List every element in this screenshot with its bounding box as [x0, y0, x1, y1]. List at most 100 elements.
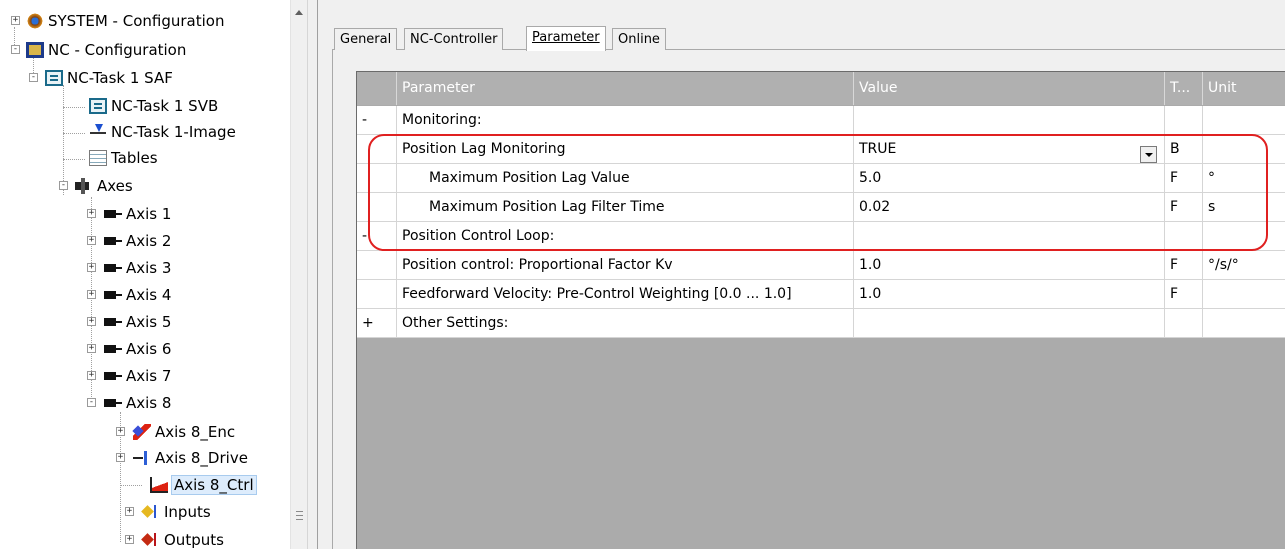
grid-row[interactable]: Feedforward Velocity: Pre-Control Weight…: [357, 280, 1285, 309]
collapse-icon[interactable]: -: [87, 398, 96, 407]
axis-icon: [104, 233, 122, 249]
cell-parameter: Maximum Position Lag Value: [397, 164, 854, 192]
expand-icon[interactable]: +: [125, 507, 134, 516]
solution-tree[interactable]: + SYSTEM - Configuration - NC - Configur…: [0, 0, 290, 549]
tree-item-axis-4[interactable]: + Axis 4: [86, 283, 171, 307]
header-unit[interactable]: Unit: [1203, 72, 1285, 105]
expand-group-icon[interactable]: +: [357, 309, 397, 337]
tree-item-nc-task-1-saf[interactable]: - NC-Task 1 SAF: [27, 66, 173, 90]
collapse-icon[interactable]: -: [59, 181, 68, 190]
expand-icon[interactable]: +: [116, 427, 125, 436]
tree-item-label: Axis 2: [126, 232, 172, 250]
grid-group-row[interactable]: + Other Settings:: [357, 309, 1285, 338]
grid-group-row[interactable]: - Position Control Loop:: [357, 222, 1285, 251]
expand-icon[interactable]: +: [87, 263, 96, 272]
scroll-up-arrow-icon[interactable]: [295, 10, 303, 15]
tree-scrollbar[interactable]: [290, 0, 307, 549]
tab-parameter[interactable]: Parameter: [526, 26, 606, 51]
cell-parameter: Position Lag Monitoring: [397, 135, 854, 163]
tree-item-label: Outputs: [164, 531, 224, 549]
grid-row[interactable]: Maximum Position Lag Value 5.0 F °: [357, 164, 1285, 193]
tree-item-tables[interactable]: Tables: [89, 146, 158, 170]
header-type[interactable]: T...: [1165, 72, 1203, 105]
collapse-group-icon[interactable]: -: [357, 106, 397, 134]
cell-parameter: Position Control Loop:: [397, 222, 854, 250]
panel-splitter[interactable]: [307, 0, 318, 549]
tree-item-axes[interactable]: - Axes: [58, 174, 133, 198]
tree-item-label: Axis 8_Ctrl: [171, 475, 257, 495]
grid-row[interactable]: Position control: Proportional Factor Kv…: [357, 251, 1285, 280]
cell-type: B: [1165, 135, 1203, 163]
header-parameter[interactable]: Parameter: [397, 72, 854, 105]
cell-value[interactable]: 1.0: [854, 280, 1165, 308]
cell-parameter: Monitoring:: [397, 106, 854, 134]
tree-item-axis-1[interactable]: + Axis 1: [86, 202, 171, 226]
inputs-icon: [142, 504, 160, 520]
scroll-grip-icon[interactable]: [296, 511, 303, 520]
expand-icon[interactable]: +: [116, 453, 125, 462]
grid-row[interactable]: Maximum Position Lag Filter Time 0.02 Fs: [357, 193, 1285, 222]
collapse-icon[interactable]: -: [29, 73, 38, 82]
cell-unit: [1203, 222, 1285, 250]
nc-config-icon: [26, 42, 44, 58]
tree-item-system-configuration[interactable]: + SYSTEM - Configuration: [8, 9, 224, 33]
cell-unit: °/s/°: [1208, 257, 1239, 273]
cell-type: [1165, 106, 1203, 134]
expand-icon[interactable]: +: [11, 16, 20, 25]
tree-item-axis-7[interactable]: + Axis 7: [86, 364, 171, 388]
grid-group-row[interactable]: - Monitoring:: [357, 106, 1285, 135]
cell-unit: °: [1208, 170, 1215, 186]
collapse-group-icon[interactable]: -: [357, 222, 397, 250]
tab-online[interactable]: Online: [612, 28, 666, 50]
cell-value[interactable]: TRUE: [854, 135, 1165, 163]
tree-item-axis-8-ctrl[interactable]: Axis 8_Ctrl: [150, 473, 257, 497]
axis-icon: [104, 314, 122, 330]
dropdown-arrow-icon[interactable]: [1140, 146, 1157, 163]
cell-value[interactable]: 0.02: [854, 193, 1165, 221]
tree-item-nc-task-1-svb[interactable]: NC-Task 1 SVB: [89, 94, 218, 118]
expand-icon[interactable]: +: [87, 209, 96, 218]
tree-item-axis-2[interactable]: + Axis 2: [86, 229, 171, 253]
tree-item-axis-6[interactable]: + Axis 6: [86, 337, 171, 361]
process-image-icon: [89, 124, 107, 140]
axis-icon: [104, 260, 122, 276]
tree-item-axis-3[interactable]: + Axis 3: [86, 256, 171, 280]
tree-item-inputs[interactable]: + Inputs: [124, 500, 211, 524]
expand-icon[interactable]: +: [125, 535, 134, 544]
axis-icon: [104, 206, 122, 222]
tree-item-axis-5[interactable]: + Axis 5: [86, 310, 171, 334]
tree-connector: [63, 107, 85, 108]
controller-icon: [150, 477, 168, 493]
system-config-icon: [26, 13, 44, 29]
cell-unit: [1203, 106, 1285, 134]
cell-value[interactable]: 1.0: [854, 251, 1165, 279]
tree-item-axis-8[interactable]: - Axis 8: [86, 391, 171, 415]
axes-icon: [75, 178, 93, 194]
tab-nc-controller[interactable]: NC-Controller: [404, 28, 504, 50]
cell-parameter: Other Settings:: [397, 309, 854, 337]
tab-general[interactable]: General: [334, 28, 398, 50]
cell-value[interactable]: 5.0: [854, 164, 1165, 192]
expand-icon[interactable]: +: [87, 290, 96, 299]
collapse-icon[interactable]: -: [11, 45, 20, 54]
tree-item-nc-configuration[interactable]: - NC - Configuration: [8, 38, 186, 62]
expand-icon[interactable]: +: [87, 344, 96, 353]
header-value[interactable]: Value: [854, 72, 1165, 105]
cell-value: [854, 222, 1165, 250]
table-icon: [89, 150, 107, 166]
cell-type: [1165, 309, 1203, 337]
cell-unit: s: [1208, 199, 1216, 215]
cell-unit: [1203, 309, 1285, 337]
tree-item-axis-8-enc[interactable]: + Axis 8_Enc: [115, 420, 235, 444]
tree-item-nc-task-1-image[interactable]: NC-Task 1-Image: [89, 120, 236, 144]
expand-icon[interactable]: +: [87, 236, 96, 245]
cell-type: F: [1165, 251, 1203, 279]
tree-item-axis-8-drive[interactable]: + Axis 8_Drive: [115, 446, 248, 470]
axis-icon: [104, 287, 122, 303]
expand-icon[interactable]: +: [87, 371, 96, 380]
row-gutter: [357, 164, 397, 192]
expand-icon[interactable]: +: [87, 317, 96, 326]
tree-item-label: Axis 8_Enc: [155, 423, 236, 441]
cell-value: [854, 309, 1165, 337]
tree-item-outputs[interactable]: + Outputs: [124, 528, 224, 549]
